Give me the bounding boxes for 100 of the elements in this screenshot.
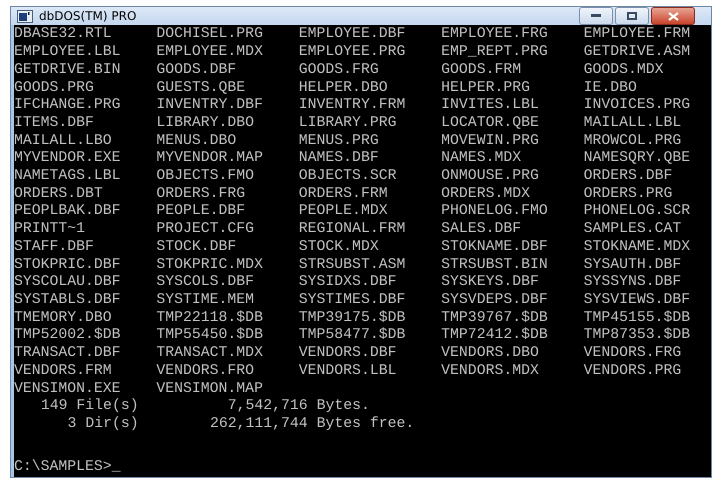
file-name: IE.DBO xyxy=(584,80,637,98)
file-name: DOCHISEL.PRG xyxy=(156,26,263,44)
file-name: GOODS.FRG xyxy=(298,62,379,80)
file-name: STOKPRIC.DBF xyxy=(14,256,121,274)
file-name: MENUS.PRG xyxy=(298,132,379,150)
window-title: dbDOS(TM) PRO xyxy=(39,9,138,24)
file-name: PEOPLE.MDX xyxy=(298,203,388,222)
file-name: ORDERS.PRG xyxy=(584,186,672,204)
maximize-button[interactable] xyxy=(615,7,649,26)
file-name: TMP39175.$DB xyxy=(298,310,406,327)
file-name: VENSIMON.MAP xyxy=(156,380,263,398)
file-name: PROJECT.CFG xyxy=(156,221,254,239)
file-name: NAMESQRY.QBE xyxy=(584,150,690,168)
maximize-icon xyxy=(627,12,637,20)
file-name: GOODS.MDX xyxy=(584,62,664,80)
minimize-button[interactable] xyxy=(579,7,613,26)
file-name: SYSCOLAU.DBF xyxy=(14,274,121,292)
file-name: VENDORS.DBF xyxy=(298,345,396,363)
file-name: VENDORS.FRO xyxy=(156,362,254,380)
file-name: HELPER.PRG xyxy=(441,80,530,98)
file-name: INVENTRY.FRM xyxy=(298,97,406,115)
file-name: PHONELOG.SCR xyxy=(584,203,690,222)
file-name: TMEMORY.DBO xyxy=(14,310,112,327)
file-name: INVOICES.PRG xyxy=(584,97,690,115)
file-name: STOKNAME.DBF xyxy=(441,238,548,257)
file-name: VENSIMON.EXE xyxy=(14,380,121,398)
file-name: TMP22118.$DB xyxy=(156,310,263,327)
file-name: VENDORS.PRG xyxy=(584,362,682,380)
console-app-icon xyxy=(17,10,33,23)
size-text: 7,542,716 xyxy=(228,398,308,416)
file-name: STRSUBST.BIN xyxy=(441,256,548,274)
file-name: ONMOUSE.PRG xyxy=(441,168,539,186)
file-name: ITEMS.DBF xyxy=(14,114,94,133)
file-name: TMP39767.$DB xyxy=(441,310,548,327)
file-name: VENDORS.FRM xyxy=(14,362,112,380)
file-name: GOODS.FRM xyxy=(441,62,522,80)
file-name: TRANSACT.MDX xyxy=(156,345,263,363)
file-name: LIBRARY.PRG xyxy=(298,114,396,133)
file-name: STAFF.DBF xyxy=(14,238,94,257)
file-name: PEOPLBAK.DBF xyxy=(14,203,121,222)
count-label: File(s) xyxy=(76,398,139,416)
file-name: GOODS.PRG xyxy=(14,80,94,98)
file-name: NAMES.DBF xyxy=(298,150,379,168)
file-name: TMP87353.$DB xyxy=(584,327,690,346)
close-button[interactable] xyxy=(651,7,695,26)
file-name: NAMES.MDX xyxy=(441,150,522,168)
close-icon xyxy=(668,12,678,21)
file-name: GUESTS.QBE xyxy=(156,80,246,98)
file-name: ORDERS.MDX xyxy=(441,186,530,204)
file-name: GOODS.DBF xyxy=(156,62,236,80)
file-name: HELPER.DBO xyxy=(298,80,388,98)
unit-label: Bytes free. xyxy=(316,416,414,434)
file-name: STOKNAME.MDX xyxy=(584,238,690,257)
file-name: ORDERS.DBF xyxy=(584,168,672,186)
file-name: SYSSYNS.DBF xyxy=(584,274,682,292)
file-name: MOVEWIN.PRG xyxy=(441,132,539,150)
file-name: VENDORS.DBO xyxy=(441,345,539,363)
size-text: 262,111,744 xyxy=(210,416,308,434)
file-name: SYSTIMES.DBF xyxy=(298,292,406,310)
file-name: STRSUBST.ASM xyxy=(298,256,406,274)
file-name: EMPLOYEE.PRG xyxy=(298,44,406,62)
file-name: MAILALL.LBO xyxy=(14,132,112,150)
file-name: INVITES.LBL xyxy=(441,97,539,115)
file-name: EMPLOYEE.FRM xyxy=(584,26,690,44)
file-name: SYSVDEPS.DBF xyxy=(441,292,548,310)
file-name: EMPLOYEE.MDX xyxy=(156,44,263,62)
file-name: STOCK.DBF xyxy=(156,238,236,257)
file-name: ORDERS.DBT xyxy=(14,186,103,204)
count-text: 149 xyxy=(40,398,68,416)
file-name: MROWCOL.PRG xyxy=(584,132,682,150)
file-name: TRANSACT.DBF xyxy=(14,345,121,363)
file-name: SYSCOLS.DBF xyxy=(156,274,254,292)
file-name: SYSIDXS.DBF xyxy=(298,274,396,292)
file-name: TMP45155.$DB xyxy=(584,310,690,327)
text-cursor: _ xyxy=(112,459,121,477)
file-name: TMP58477.$DB xyxy=(298,327,406,346)
file-name: MYVENDOR.MAP xyxy=(156,150,263,168)
file-name: SYSTIME.MEM xyxy=(156,292,254,310)
file-name: MENUS.DBO xyxy=(156,132,236,150)
file-name: SYSAUTH.DBF xyxy=(584,256,682,274)
file-name: TMP52002.$DB xyxy=(14,327,121,346)
file-name: ORDERS.FRG xyxy=(156,186,246,204)
file-name: MAILALL.LBL xyxy=(584,114,682,133)
count-label: Dir(s) xyxy=(85,416,139,434)
file-name: VENDORS.FRG xyxy=(584,345,682,363)
file-name: IFCHANGE.PRG xyxy=(14,97,121,115)
file-name: SYSVIEWS.DBF xyxy=(584,292,690,310)
file-name: NAMETAGS.LBL xyxy=(14,168,121,186)
file-name: STOKPRIC.MDX xyxy=(156,256,263,274)
file-name: SAMPLES.CAT xyxy=(584,221,682,239)
command-prompt: C:\SAMPLES> xyxy=(14,459,112,477)
file-name: PRINTT~1 xyxy=(14,221,86,239)
file-name: TMP55450.$DB xyxy=(156,327,263,346)
file-name: SYSTABLS.DBF xyxy=(14,292,121,310)
minimize-icon xyxy=(591,14,601,18)
file-name: VENDORS.MDX xyxy=(441,362,539,380)
count-text: 3 xyxy=(68,416,76,434)
file-name: VENDORS.LBL xyxy=(298,362,396,380)
file-name: STOCK.MDX xyxy=(298,238,379,257)
file-name: EMPLOYEE.FRG xyxy=(441,26,548,44)
